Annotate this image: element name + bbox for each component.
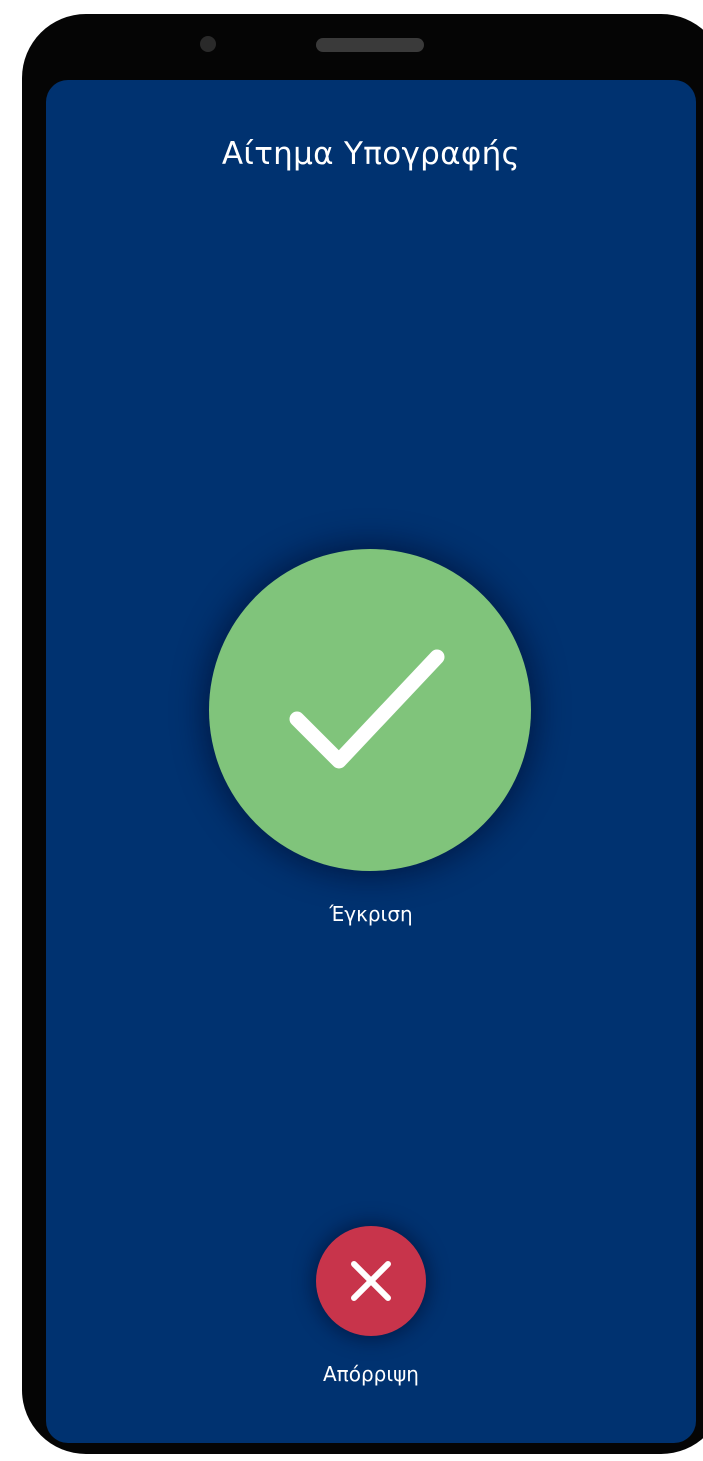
close-icon <box>351 1261 391 1301</box>
signature-request-screen: Αίτημα Υπογραφής Έγκριση Απόρριψη <box>46 80 696 1443</box>
checkmark-icon <box>289 649 445 769</box>
page-title: Αίτημα Υπογραφής <box>221 136 521 172</box>
approve-label: Έγκριση <box>329 902 413 926</box>
phone-frame: Αίτημα Υπογραφής Έγκριση Απόρριψη <box>22 14 703 1454</box>
earpiece-speaker <box>316 38 424 52</box>
front-camera <box>200 36 216 52</box>
reject-label: Απόρριψη <box>323 1362 419 1386</box>
reject-button[interactable] <box>316 1226 426 1336</box>
approve-button[interactable] <box>209 549 531 871</box>
